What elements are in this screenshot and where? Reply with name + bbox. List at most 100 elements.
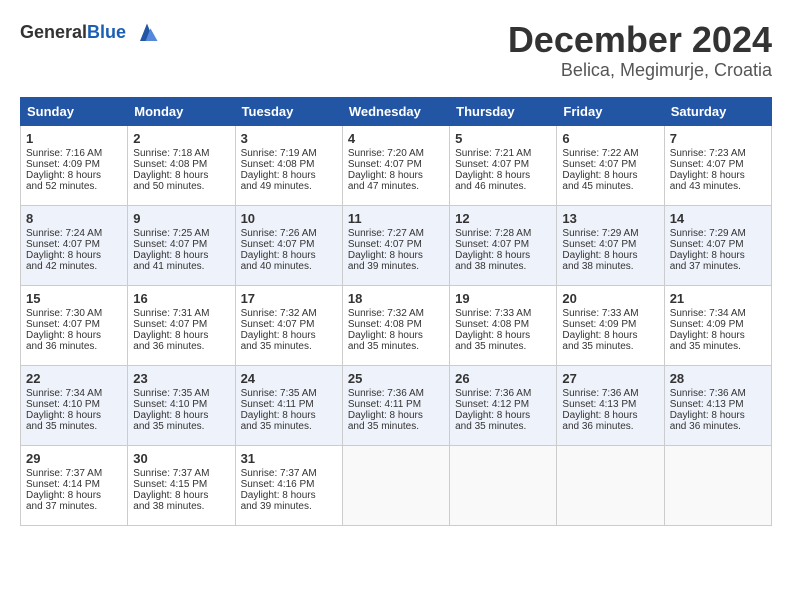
month-title: December 2024 xyxy=(508,20,772,60)
sunrise-text: Sunrise: 7:36 AM xyxy=(348,388,444,399)
daylight-text: Daylight: 8 hoursand 47 minutes. xyxy=(348,170,444,192)
table-row: 31Sunrise: 7:37 AMSunset: 4:16 PMDayligh… xyxy=(235,445,342,525)
table-row: 3Sunrise: 7:19 AMSunset: 4:08 PMDaylight… xyxy=(235,125,342,205)
day-number: 7 xyxy=(670,131,766,146)
table-row: 23Sunrise: 7:35 AMSunset: 4:10 PMDayligh… xyxy=(128,365,235,445)
day-number: 17 xyxy=(241,291,337,306)
sunrise-text: Sunrise: 7:19 AM xyxy=(241,148,337,159)
sunrise-text: Sunrise: 7:18 AM xyxy=(133,148,229,159)
sunrise-text: Sunrise: 7:35 AM xyxy=(133,388,229,399)
location-title: Belica, Megimurje, Croatia xyxy=(508,60,772,81)
daylight-text: Daylight: 8 hoursand 50 minutes. xyxy=(133,170,229,192)
table-row: 5Sunrise: 7:21 AMSunset: 4:07 PMDaylight… xyxy=(450,125,557,205)
sunrise-text: Sunrise: 7:25 AM xyxy=(133,228,229,239)
daylight-text: Daylight: 8 hoursand 36 minutes. xyxy=(26,330,122,352)
sunset-text: Sunset: 4:07 PM xyxy=(26,239,122,250)
sunrise-text: Sunrise: 7:20 AM xyxy=(348,148,444,159)
table-row: 13Sunrise: 7:29 AMSunset: 4:07 PMDayligh… xyxy=(557,205,664,285)
daylight-text: Daylight: 8 hoursand 35 minutes. xyxy=(670,330,766,352)
day-number: 14 xyxy=(670,211,766,226)
logo-blue: Blue xyxy=(87,22,126,42)
table-row: 15Sunrise: 7:30 AMSunset: 4:07 PMDayligh… xyxy=(21,285,128,365)
logo: GeneralBlue xyxy=(20,20,161,48)
table-row: 18Sunrise: 7:32 AMSunset: 4:08 PMDayligh… xyxy=(342,285,449,365)
table-row xyxy=(664,445,771,525)
col-tuesday: Tuesday xyxy=(235,97,342,125)
day-number: 23 xyxy=(133,371,229,386)
day-number: 13 xyxy=(562,211,658,226)
table-row: 12Sunrise: 7:28 AMSunset: 4:07 PMDayligh… xyxy=(450,205,557,285)
day-number: 21 xyxy=(670,291,766,306)
sunrise-text: Sunrise: 7:37 AM xyxy=(26,468,122,479)
daylight-text: Daylight: 8 hoursand 38 minutes. xyxy=(455,250,551,272)
table-row: 27Sunrise: 7:36 AMSunset: 4:13 PMDayligh… xyxy=(557,365,664,445)
sunrise-text: Sunrise: 7:24 AM xyxy=(26,228,122,239)
sunset-text: Sunset: 4:16 PM xyxy=(241,479,337,490)
sunrise-text: Sunrise: 7:30 AM xyxy=(26,308,122,319)
daylight-text: Daylight: 8 hoursand 49 minutes. xyxy=(241,170,337,192)
sunset-text: Sunset: 4:13 PM xyxy=(562,399,658,410)
calendar-header-row: Sunday Monday Tuesday Wednesday Thursday… xyxy=(21,97,772,125)
sunrise-text: Sunrise: 7:37 AM xyxy=(133,468,229,479)
day-number: 26 xyxy=(455,371,551,386)
daylight-text: Daylight: 8 hoursand 35 minutes. xyxy=(241,410,337,432)
daylight-text: Daylight: 8 hoursand 43 minutes. xyxy=(670,170,766,192)
logo-general: General xyxy=(20,22,87,42)
day-number: 11 xyxy=(348,211,444,226)
sunset-text: Sunset: 4:08 PM xyxy=(241,159,337,170)
col-wednesday: Wednesday xyxy=(342,97,449,125)
sunset-text: Sunset: 4:08 PM xyxy=(348,319,444,330)
sunrise-text: Sunrise: 7:28 AM xyxy=(455,228,551,239)
calendar-week-row: 15Sunrise: 7:30 AMSunset: 4:07 PMDayligh… xyxy=(21,285,772,365)
day-number: 8 xyxy=(26,211,122,226)
sunset-text: Sunset: 4:08 PM xyxy=(133,159,229,170)
table-row: 30Sunrise: 7:37 AMSunset: 4:15 PMDayligh… xyxy=(128,445,235,525)
table-row: 19Sunrise: 7:33 AMSunset: 4:08 PMDayligh… xyxy=(450,285,557,365)
sunset-text: Sunset: 4:07 PM xyxy=(670,159,766,170)
sunset-text: Sunset: 4:09 PM xyxy=(562,319,658,330)
daylight-text: Daylight: 8 hoursand 52 minutes. xyxy=(26,170,122,192)
sunrise-text: Sunrise: 7:29 AM xyxy=(562,228,658,239)
table-row: 28Sunrise: 7:36 AMSunset: 4:13 PMDayligh… xyxy=(664,365,771,445)
col-saturday: Saturday xyxy=(664,97,771,125)
sunset-text: Sunset: 4:07 PM xyxy=(241,239,337,250)
col-thursday: Thursday xyxy=(450,97,557,125)
sunrise-text: Sunrise: 7:27 AM xyxy=(348,228,444,239)
daylight-text: Daylight: 8 hoursand 36 minutes. xyxy=(670,410,766,432)
table-row: 9 Sunrise: 7:25 AMSunset: 4:07 PMDaylight… xyxy=(128,205,235,285)
day-number: 19 xyxy=(455,291,551,306)
daylight-text: Daylight: 8 hoursand 41 minutes. xyxy=(133,250,229,272)
sunrise-text: Sunrise: 7:32 AM xyxy=(348,308,444,319)
day-number: 2 xyxy=(133,131,229,146)
daylight-text: Daylight: 8 hoursand 45 minutes. xyxy=(562,170,658,192)
daylight-text: Daylight: 8 hoursand 38 minutes. xyxy=(133,490,229,512)
daylight-text: Daylight: 8 hoursand 35 minutes. xyxy=(26,410,122,432)
sunrise-text: Sunrise: 7:21 AM xyxy=(455,148,551,159)
table-row: 6Sunrise: 7:22 AMSunset: 4:07 PMDaylight… xyxy=(557,125,664,205)
sunrise-text: Sunrise: 7:37 AM xyxy=(241,468,337,479)
day-number: 12 xyxy=(455,211,551,226)
table-row: 10Sunrise: 7:26 AMSunset: 4:07 PMDayligh… xyxy=(235,205,342,285)
daylight-text: Daylight: 8 hoursand 40 minutes. xyxy=(241,250,337,272)
sunrise-text: Sunrise: 7:22 AM xyxy=(562,148,658,159)
day-number: 9 xyxy=(133,211,229,226)
table-row: 8Sunrise: 7:24 AMSunset: 4:07 PMDaylight… xyxy=(21,205,128,285)
day-number: 4 xyxy=(348,131,444,146)
daylight-text: Daylight: 8 hoursand 36 minutes. xyxy=(133,330,229,352)
sunset-text: Sunset: 4:07 PM xyxy=(562,239,658,250)
calendar-week-row: 1Sunrise: 7:16 AMSunset: 4:09 PMDaylight… xyxy=(21,125,772,205)
sunrise-text: Sunrise: 7:36 AM xyxy=(562,388,658,399)
sunset-text: Sunset: 4:07 PM xyxy=(133,239,229,250)
day-number: 30 xyxy=(133,451,229,466)
day-number: 27 xyxy=(562,371,658,386)
sunset-text: Sunset: 4:07 PM xyxy=(670,239,766,250)
sunset-text: Sunset: 4:07 PM xyxy=(133,319,229,330)
sunset-text: Sunset: 4:12 PM xyxy=(455,399,551,410)
logo-icon xyxy=(133,20,161,48)
daylight-text: Daylight: 8 hoursand 35 minutes. xyxy=(562,330,658,352)
table-row: 14Sunrise: 7:29 AMSunset: 4:07 PMDayligh… xyxy=(664,205,771,285)
table-row: 29Sunrise: 7:37 AMSunset: 4:14 PMDayligh… xyxy=(21,445,128,525)
sunset-text: Sunset: 4:07 PM xyxy=(348,239,444,250)
daylight-text: Daylight: 8 hoursand 39 minutes. xyxy=(241,490,337,512)
table-row: 2 Sunrise: 7:18 AMSunset: 4:08 PMDaylight… xyxy=(128,125,235,205)
